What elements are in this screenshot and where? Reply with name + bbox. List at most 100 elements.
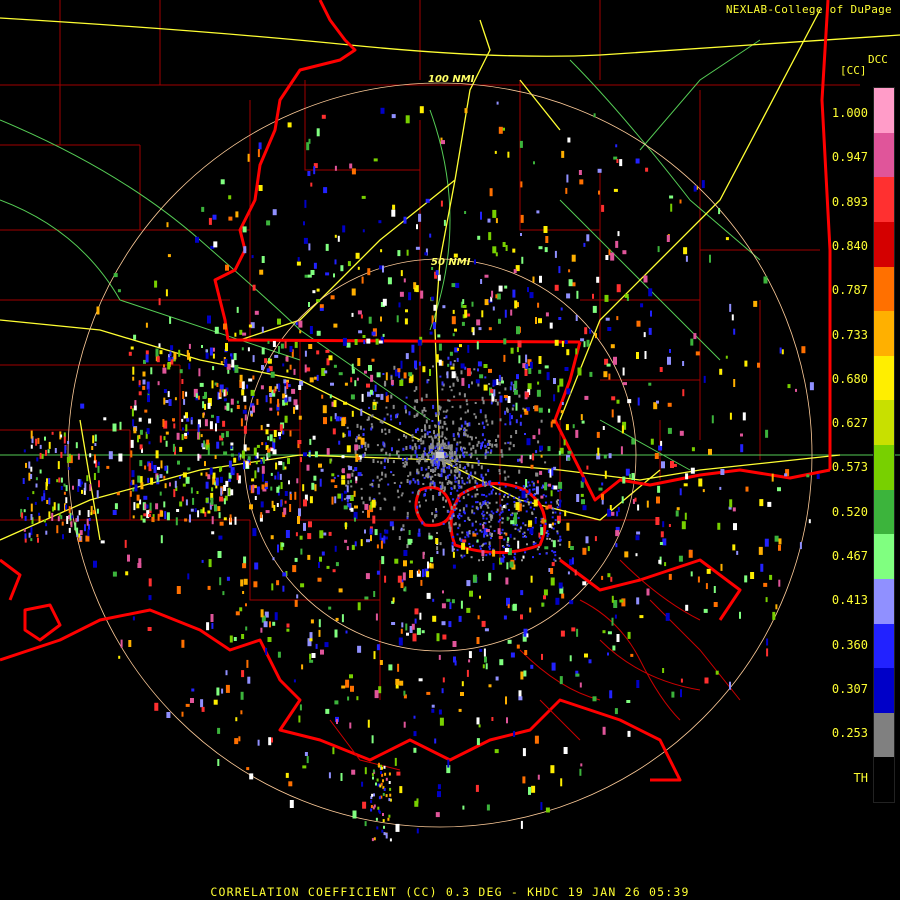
echo-pixel (708, 448, 712, 455)
echo-pixel (331, 473, 335, 477)
echo-pixel (30, 466, 33, 472)
echo-pixel (635, 535, 640, 541)
echo-pixel (131, 408, 134, 417)
echo-pixel (265, 395, 268, 403)
echo-pixel (458, 517, 461, 520)
echo-pixel (622, 367, 625, 376)
echo-pixel (448, 621, 452, 628)
echo-pixel (449, 351, 453, 356)
echo-pixel (346, 485, 349, 493)
echo-pixel (146, 428, 150, 435)
echo-pixel (499, 659, 504, 666)
echo-pixel (522, 522, 525, 525)
echo-pixel (334, 485, 338, 488)
echo-pixel (457, 527, 460, 530)
echo-pixel (341, 685, 346, 689)
echo-pixel (504, 423, 507, 426)
echo-pixel (580, 338, 585, 342)
echo-pixel (441, 603, 446, 609)
echo-pixel (684, 512, 687, 520)
echo-pixel (437, 411, 440, 416)
echo-pixel (442, 461, 444, 465)
echo-pixel (550, 765, 555, 774)
echo-pixel (361, 393, 364, 402)
echo-pixel (422, 569, 424, 578)
echo-pixel (420, 397, 423, 402)
echo-pixel (558, 266, 561, 274)
echo-pixel (446, 598, 451, 602)
echo-pixel (144, 409, 148, 413)
echo-pixel (324, 370, 328, 374)
echo-pixel (160, 460, 163, 469)
echo-pixel (606, 363, 611, 367)
echo-pixel (70, 521, 73, 528)
echo-pixel (607, 652, 609, 656)
echo-pixel (669, 349, 671, 353)
echo-pixel (470, 447, 473, 451)
echo-pixel (321, 394, 324, 399)
echo-pixel (281, 542, 285, 547)
echo-pixel (418, 501, 421, 504)
echo-pixel (130, 482, 132, 486)
echo-pixel (551, 467, 554, 476)
echo-pixel (296, 478, 299, 484)
echo-pixel (492, 563, 495, 570)
echo-pixel (472, 574, 477, 583)
echo-pixel (452, 641, 457, 647)
echo-pixel (510, 415, 513, 420)
echo-pixel (524, 524, 527, 527)
echo-pixel (402, 572, 406, 581)
echo-pixel (468, 422, 471, 427)
echo-pixel (166, 222, 169, 228)
echo-pixel (376, 475, 379, 479)
echo-pixel (669, 195, 674, 199)
echo-pixel (765, 429, 769, 438)
echo-pixel (556, 532, 559, 535)
echo-pixel (426, 691, 431, 695)
echo-pixel (493, 389, 496, 397)
echo-pixel (217, 551, 222, 558)
echo-pixel (765, 597, 768, 603)
legend-swatch (874, 489, 894, 535)
echo-pixel (501, 453, 504, 458)
echo-pixel (405, 396, 408, 399)
echo-pixel (436, 551, 439, 554)
echo-pixel (382, 779, 384, 783)
echo-pixel (417, 532, 421, 537)
echo-pixel (691, 447, 695, 452)
echo-pixel (243, 556, 247, 564)
echo-pixel (325, 272, 330, 276)
echo-pixel (362, 801, 367, 809)
echo-pixel (395, 678, 400, 685)
echo-pixel (219, 466, 223, 472)
echo-pixel (231, 359, 235, 368)
echo-pixel (742, 412, 746, 421)
echo-pixel (323, 187, 328, 194)
echo-pixel (483, 648, 486, 657)
echo-pixel (400, 582, 404, 588)
echo-pixel (277, 403, 280, 407)
echo-pixel (295, 532, 298, 537)
echo-pixel (172, 443, 175, 452)
echo-pixel (621, 496, 624, 504)
echo-pixel (87, 510, 90, 517)
echo-pixel (186, 417, 190, 422)
echo-pixel (397, 454, 400, 459)
echo-pixel (261, 473, 264, 482)
echo-pixel (252, 375, 255, 380)
echo-pixel (532, 488, 535, 491)
echo-pixel (157, 513, 160, 521)
echo-pixel (241, 634, 245, 639)
echo-pixel (261, 256, 265, 263)
echo-pixel (63, 491, 66, 495)
echo-pixel (539, 524, 542, 527)
echo-pixel (484, 299, 489, 306)
echo-pixel (202, 396, 207, 399)
echo-pixel (60, 477, 63, 483)
echo-pixel (551, 522, 554, 526)
echo-pixel (498, 285, 503, 292)
echo-pixel (77, 479, 80, 487)
echo-pixel (479, 374, 484, 379)
echo-pixel (242, 226, 247, 233)
echo-pixel (206, 439, 210, 445)
